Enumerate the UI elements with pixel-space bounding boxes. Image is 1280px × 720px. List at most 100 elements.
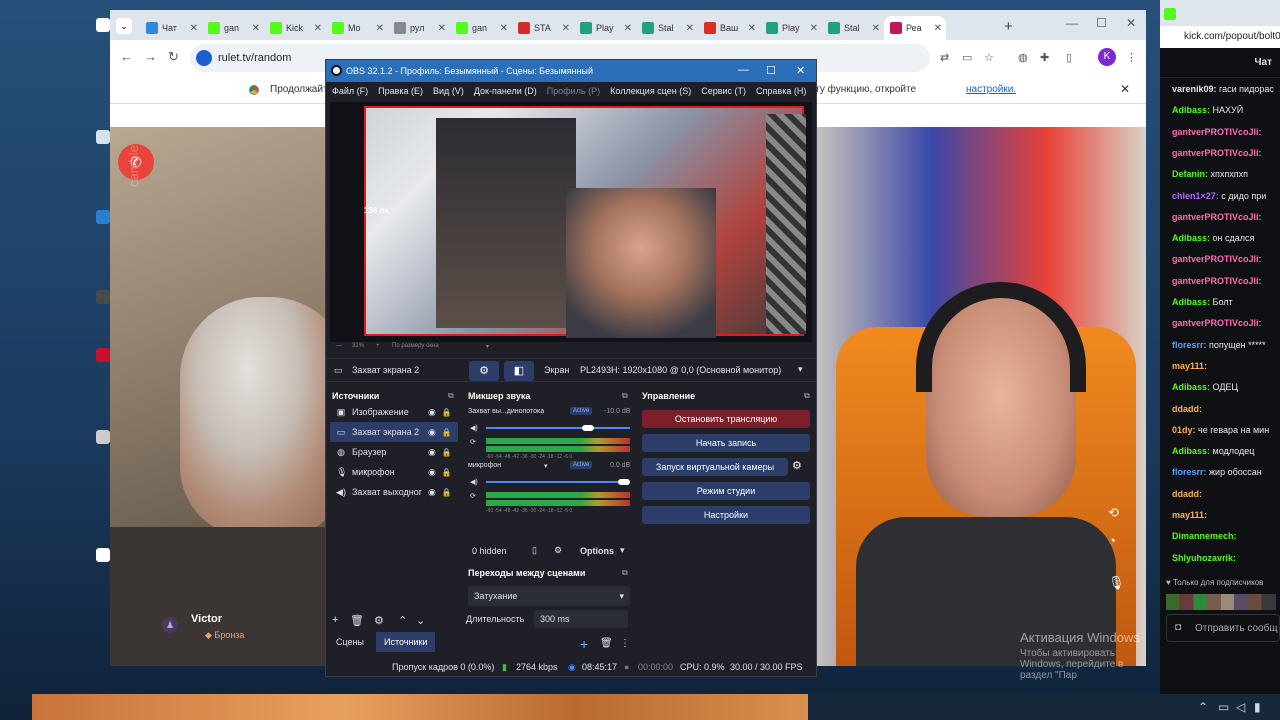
browser-tab[interactable]: Ваш ✕ — [698, 16, 760, 40]
tab-close-icon[interactable]: ✕ — [314, 23, 326, 34]
studio-mode-button[interactable]: Режим студии — [642, 482, 810, 500]
desktop-icon[interactable] — [96, 430, 110, 444]
tab-close-icon[interactable]: ✕ — [562, 23, 574, 34]
browser-tab[interactable]: Mo ✕ — [326, 16, 388, 40]
desktop-icon[interactable] — [96, 348, 110, 362]
desktop-icon[interactable] — [96, 290, 110, 304]
duration-input[interactable]: 300 ms — [534, 610, 628, 628]
transition-menu-icon[interactable]: ⋮ — [620, 638, 630, 649]
tab-close-icon[interactable]: ✕ — [438, 23, 450, 34]
remove-transition-icon[interactable]: 🗑 — [600, 638, 613, 649]
chat-username[interactable]: Adibass: — [1172, 105, 1210, 115]
source-filters-button[interactable]: ◧ — [504, 361, 534, 381]
browser-tab[interactable]: Play ✕ — [760, 16, 822, 40]
fit-to-window[interactable]: По размеру окна — [392, 343, 439, 349]
stop-stream-button[interactable]: Остановить трансляцию — [642, 410, 810, 428]
tab-close-icon[interactable]: ✕ — [872, 23, 884, 34]
obs-maximize-button[interactable]: ☐ — [766, 64, 776, 77]
remove-source-icon[interactable]: 🗑 — [350, 614, 364, 627]
puzzle-icon[interactable]: ✚ — [1040, 51, 1049, 64]
obs-menu-item[interactable]: Профиль (P) — [547, 86, 600, 96]
desktop-icon[interactable] — [96, 130, 110, 144]
obs-menu-item[interactable]: Файл (F) — [332, 86, 368, 96]
bookmark-star-icon[interactable]: ☆ — [984, 51, 994, 64]
chat-input[interactable]: ◘ Отправить сообщ — [1166, 614, 1280, 642]
chat-username[interactable]: Defanin: — [1172, 169, 1208, 179]
tab-close-icon[interactable]: ✕ — [810, 23, 822, 34]
transitions-dock-icon[interactable]: ⧉ — [622, 568, 628, 578]
translate-icon[interactable]: ⇄ — [940, 51, 949, 64]
chat-username[interactable]: floresrr: — [1172, 467, 1207, 477]
browser-tab[interactable]: Чат ✕ — [140, 16, 202, 40]
chat-username[interactable]: Adibass: — [1172, 297, 1210, 307]
obs-menu-item[interactable]: Вид (V) — [433, 86, 464, 96]
source-item[interactable]: ▣ Изображение ◉ 🔒 — [330, 402, 458, 422]
source-item[interactable]: ◍ Браузер ◉ 🔒 — [330, 442, 458, 462]
add-source-icon[interactable]: + — [332, 614, 338, 626]
close-button[interactable]: ✕ — [1126, 16, 1136, 30]
tab-search-button[interactable]: ⌄ — [116, 18, 132, 34]
obs-menu-item[interactable]: Правка (E) — [378, 86, 423, 96]
tab-close-icon[interactable]: ✕ — [500, 23, 512, 34]
battery-icon[interactable]: ▮ — [1254, 700, 1261, 714]
chat-username[interactable]: Adibass: — [1172, 233, 1210, 243]
cast-icon[interactable]: ▭ — [962, 51, 972, 64]
mixer-channel-caret-icon[interactable]: ▾ — [544, 462, 548, 470]
browser-tab[interactable]: Stal ✕ — [636, 16, 698, 40]
tab-close-icon[interactable]: ✕ — [376, 23, 388, 34]
chat-username[interactable]: varenik09: — [1172, 84, 1217, 94]
sidebar-icon[interactable]: ▯ — [1066, 51, 1072, 64]
zoom-in-icon[interactable]: + — [376, 343, 380, 349]
mixer-volume-knob[interactable] — [582, 425, 595, 431]
obs-menu-item[interactable]: Док-панели (D) — [474, 86, 537, 96]
move-down-icon[interactable]: ⌄ — [416, 614, 425, 627]
browser-tab[interactable]: STA ✕ — [512, 16, 574, 40]
obs-close-button[interactable]: ✕ — [796, 64, 805, 77]
chevron-up-icon[interactable]: ⌃ — [1198, 700, 1208, 714]
lock-icon[interactable]: 🔒 — [442, 408, 452, 417]
mixer-volume-slider[interactable] — [486, 481, 630, 483]
chat-username[interactable]: gantverPROTIVcoJli: — [1172, 276, 1262, 286]
visibility-eye-icon[interactable]: ◉ — [428, 427, 436, 438]
start-recording-button[interactable]: Начать запись — [642, 434, 810, 452]
tab-close-icon[interactable]: ✕ — [748, 23, 760, 34]
options-caret-icon[interactable]: ▾ — [620, 545, 625, 556]
reload-icon[interactable]: ↻ — [168, 49, 179, 65]
monitor-caret-icon[interactable]: ▾ — [798, 364, 803, 375]
infobar-settings-link[interactable]: настройки. — [966, 84, 1016, 95]
lock-icon[interactable]: 🔒 — [442, 428, 452, 437]
new-tab-button[interactable]: + — [1004, 18, 1013, 35]
mixer-volume-knob[interactable] — [618, 479, 630, 485]
volume-icon[interactable]: ◀) — [470, 478, 478, 486]
chat-username[interactable]: gantverPROTIVcoJli: — [1172, 212, 1262, 222]
source-properties-button[interactable]: ⚙ — [469, 361, 499, 381]
microphone-icon[interactable]: 🎙 — [1108, 575, 1125, 591]
chat-username[interactable]: gantverPROTIVcoJli: — [1172, 254, 1262, 264]
forward-icon[interactable]: → — [144, 49, 157, 64]
emote-bar[interactable] — [1166, 594, 1276, 610]
desktop-icon[interactable] — [96, 548, 110, 562]
fit-caret-icon[interactable]: ▾ — [486, 343, 489, 350]
chat-username[interactable]: gantverPROTIVcoJli: — [1172, 127, 1262, 137]
source-item[interactable]: ▭ Захват экрана 2 ◉ 🔒 — [330, 422, 458, 442]
chat-username[interactable]: chlen1×27: — [1172, 191, 1219, 201]
chat-username[interactable]: gantverPROTIVcoJli: — [1172, 148, 1262, 158]
lock-icon[interactable]: 🔒 — [442, 488, 452, 497]
visibility-eye-icon[interactable]: ◉ — [428, 487, 436, 498]
monitor-select[interactable]: PL2493H: 1920x1080 @ 0,0 (Основной монит… — [580, 365, 781, 375]
chat-username[interactable]: may111: — [1172, 361, 1207, 371]
mixer-options-button[interactable]: Options — [580, 546, 614, 556]
browser-tab[interactable]: Stal ✕ — [822, 16, 884, 40]
sources-dock-icon[interactable]: ⧉ — [448, 391, 454, 401]
visibility-eye-icon[interactable]: ◉ — [428, 447, 436, 458]
mixer-settings-icon[interactable]: ⚙ — [554, 545, 562, 556]
browser-tab[interactable]: Реа ✕ — [884, 16, 946, 40]
tab-close-icon[interactable]: ✕ — [934, 23, 946, 34]
chat-username[interactable]: may111: — [1172, 510, 1207, 520]
settings-dot-icon[interactable]: ◔ — [1108, 533, 1116, 548]
lock-icon[interactable]: 🔒 — [442, 468, 452, 477]
tab-scenes[interactable]: Сцены — [328, 632, 372, 652]
mixer-layout-icon[interactable]: ▯ — [532, 545, 537, 556]
zoom-out-icon[interactable]: — — [336, 343, 342, 349]
obs-preview[interactable]: 138 px — [330, 102, 812, 342]
